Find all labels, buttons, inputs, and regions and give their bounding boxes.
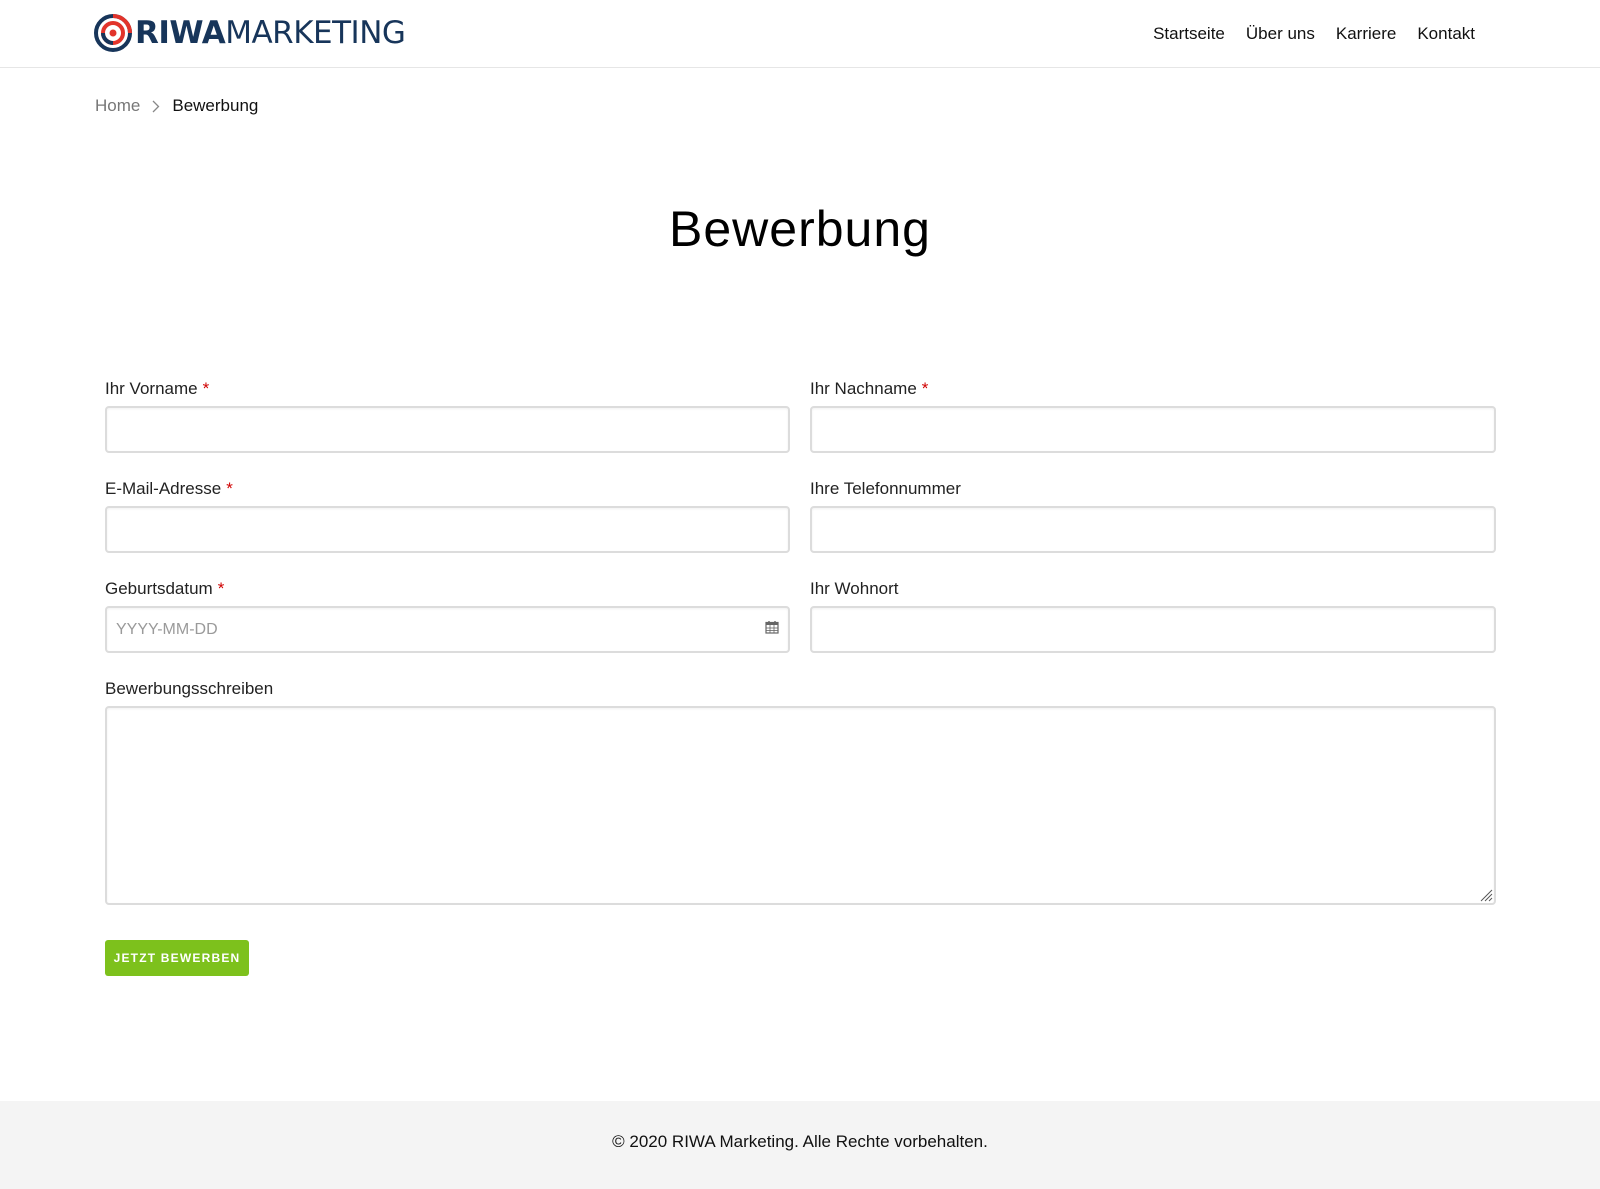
nav-item-ueber-uns[interactable]: Über uns [1246, 22, 1315, 46]
first-name-input[interactable] [105, 406, 790, 453]
brand-name-bold: RIWA [135, 15, 226, 51]
phone-input[interactable] [810, 506, 1496, 553]
last-name-input[interactable] [810, 406, 1496, 453]
last-name-label: Ihr Nachname * [810, 378, 928, 400]
first-name-label-text: Ihr Vorname [105, 379, 198, 398]
page-title: Bewerbung [669, 201, 931, 257]
resize-handle-icon[interactable] [1479, 888, 1493, 902]
nav-item-kontakt[interactable]: Kontakt [1417, 22, 1475, 46]
apply-now-button[interactable]: JETZT BEWERBEN [105, 940, 249, 976]
phone-label: Ihre Telefonnummer [810, 478, 961, 500]
main-nav: Startseite Über uns Karriere Kontakt [1153, 22, 1475, 46]
birthdate-input[interactable] [105, 606, 790, 653]
brand-logo[interactable]: RIWAMARKETING [93, 13, 406, 53]
email-label-text: E-Mail-Adresse [105, 479, 222, 498]
breadcrumb: Home Bewerbung [95, 96, 258, 116]
required-marker: * [217, 579, 225, 598]
birthdate-label-text: Geburtsdatum [105, 579, 213, 598]
city-label: Ihr Wohnort [810, 578, 899, 600]
required-marker: * [921, 379, 929, 398]
email-input[interactable] [105, 506, 790, 553]
nav-item-karriere[interactable]: Karriere [1336, 22, 1396, 46]
required-marker: * [202, 379, 210, 398]
last-name-label-text: Ihr Nachname [810, 379, 917, 398]
first-name-label: Ihr Vorname * [105, 378, 209, 400]
cover-letter-label: Bewerbungsschreiben [105, 678, 273, 700]
phone-label-text: Ihre Telefonnummer [810, 479, 961, 498]
birthdate-label: Geburtsdatum * [105, 578, 224, 600]
breadcrumb-current: Bewerbung [172, 96, 259, 115]
email-label: E-Mail-Adresse * [105, 478, 233, 500]
site-header: RIWAMARKETING Startseite Über uns Karrie… [0, 0, 1600, 68]
cover-letter-textarea[interactable] [105, 706, 1496, 905]
city-input[interactable] [810, 606, 1496, 653]
nav-item-startseite[interactable]: Startseite [1153, 22, 1225, 46]
brand-name-light: MARKETING [225, 15, 406, 51]
required-marker: * [226, 479, 233, 498]
target-logo-icon [94, 14, 132, 52]
calendar-icon[interactable] [765, 620, 779, 634]
city-label-text: Ihr Wohnort [810, 579, 899, 598]
cover-letter-label-text: Bewerbungsschreiben [105, 679, 274, 698]
chevron-right-icon [152, 100, 160, 113]
brand-name: RIWAMARKETING [135, 13, 406, 53]
footer-copyright: © 2020 RIWA Marketing. Alle Rechte vorbe… [612, 1132, 988, 1151]
breadcrumb-home-link[interactable]: Home [95, 96, 140, 116]
